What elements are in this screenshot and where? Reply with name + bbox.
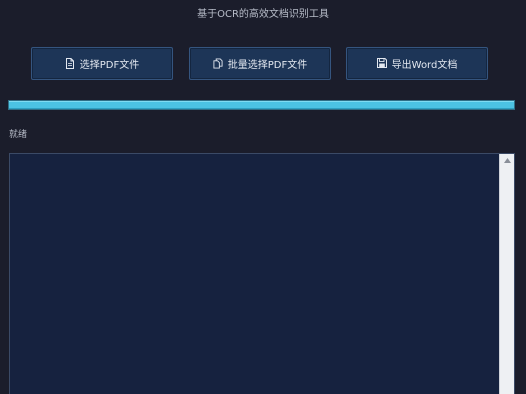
- progress-fill: [9, 101, 514, 109]
- toolbar: 选择PDF文件 批量选择PDF文件 导出Word文档: [0, 47, 526, 81]
- batch-select-pdf-label: 批量选择PDF文件: [227, 60, 308, 71]
- file-icon: [65, 58, 75, 69]
- progress-bar: [8, 100, 515, 110]
- app-window: 基于OCR的高效文档识别工具 选择PDF文件 批量选择PDF文件 导出Word文…: [0, 0, 526, 394]
- files-icon: [213, 58, 223, 69]
- export-word-button[interactable]: 导出Word文档: [346, 47, 488, 80]
- export-word-label: 导出Word文档: [391, 60, 458, 71]
- status-label: 就绪: [9, 130, 28, 140]
- app-title: 基于OCR的高效文档识别工具: [197, 9, 329, 20]
- select-pdf-button[interactable]: 选择PDF文件: [31, 47, 173, 80]
- scroll-up-arrow-icon[interactable]: [503, 156, 512, 165]
- batch-select-pdf-button[interactable]: 批量选择PDF文件: [189, 47, 331, 80]
- select-pdf-label: 选择PDF文件: [79, 60, 140, 71]
- save-icon: [376, 58, 387, 69]
- log-textarea[interactable]: [9, 153, 515, 394]
- vertical-scrollbar[interactable]: [499, 154, 514, 394]
